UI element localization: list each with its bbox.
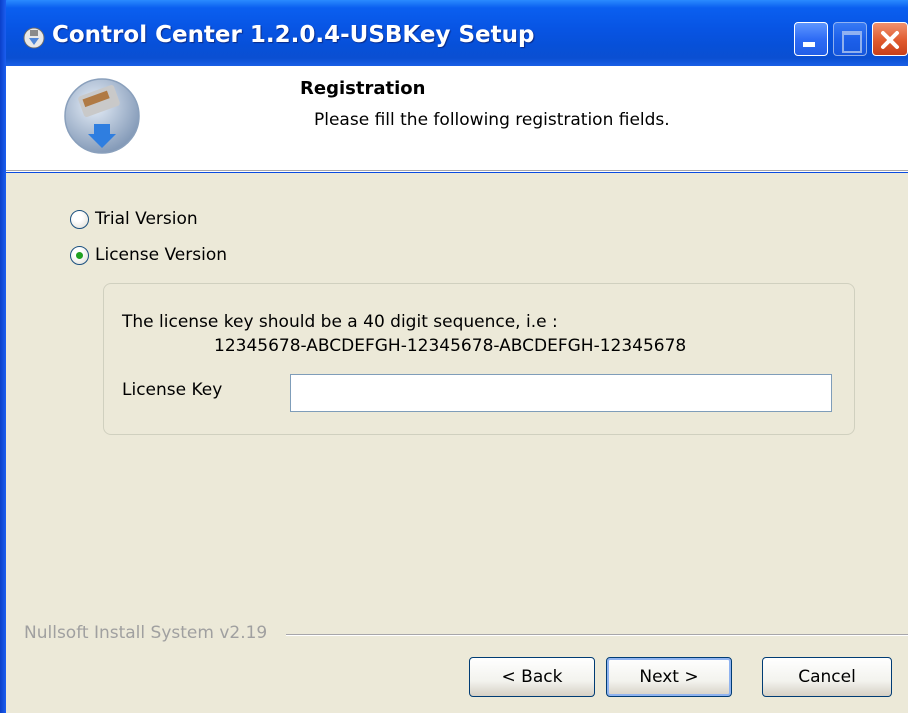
cancel-button[interactable]: Cancel <box>762 657 892 697</box>
next-button[interactable]: Next > <box>606 657 732 697</box>
license-key-input[interactable] <box>290 374 832 412</box>
trial-version-option[interactable]: Trial Version <box>70 209 198 229</box>
license-version-label[interactable]: License Version <box>95 245 227 265</box>
license-group: The license key should be a 40 digit seq… <box>103 283 855 435</box>
license-version-radio[interactable] <box>70 245 89 265</box>
footer-divider <box>286 634 908 636</box>
minimize-button[interactable] <box>794 22 828 56</box>
license-example-text: 12345678-ABCDEFGH-12345678-ABCDEFGH-1234… <box>214 336 687 356</box>
license-version-option[interactable]: License Version <box>70 245 227 265</box>
window-title: Control Center 1.2.0.4-USBKey Setup <box>52 22 535 48</box>
trial-version-radio[interactable] <box>70 209 89 229</box>
setup-window: Control Center 1.2.0.4-USBKey Setup Regi… <box>0 0 908 713</box>
page-subtitle: Please fill the following registration f… <box>314 110 670 130</box>
license-info-text: The license key should be a 40 digit seq… <box>122 312 558 332</box>
header-panel: Registration Please fill the following r… <box>6 66 908 170</box>
usb-install-icon <box>64 78 140 154</box>
installer-icon <box>23 27 45 49</box>
maximize-button[interactable] <box>833 22 867 56</box>
trial-version-label[interactable]: Trial Version <box>95 209 198 229</box>
content-panel: Trial Version License Version The licens… <box>6 173 908 713</box>
page-title: Registration <box>300 78 426 99</box>
installer-brand: Nullsoft Install System v2.19 <box>24 623 268 643</box>
back-button[interactable]: < Back <box>469 657 595 697</box>
close-button[interactable] <box>872 22 908 56</box>
header-divider <box>6 170 908 172</box>
title-bar[interactable]: Control Center 1.2.0.4-USBKey Setup <box>0 0 908 66</box>
license-key-label: License Key <box>122 380 223 400</box>
close-icon <box>881 31 899 49</box>
